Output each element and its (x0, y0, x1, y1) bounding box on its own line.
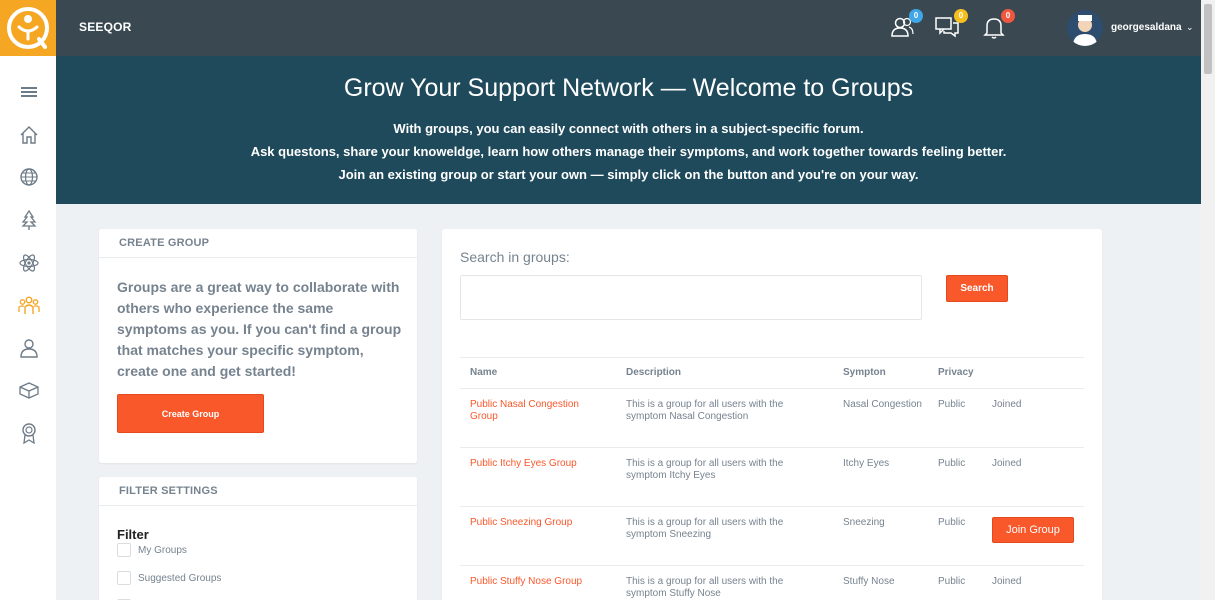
notifications-badge: 0 (1001, 9, 1015, 23)
group-description: This is a group for all users with the s… (626, 399, 784, 422)
sidebar-item-groups[interactable] (18, 294, 40, 316)
group-privacy: Public (938, 576, 966, 587)
box-icon (19, 382, 39, 399)
globe-icon (20, 168, 38, 186)
avatar[interactable] (1067, 10, 1103, 46)
table-row: Public Itchy Eyes Group This is a group … (460, 448, 1084, 507)
seeqor-logo-icon (7, 7, 49, 49)
create-group-card: CREATE GROUP Groups are a great way to c… (99, 229, 417, 463)
connections-button[interactable]: 0 (889, 9, 923, 40)
hero-text-line-2: Ask questons, share your knoweldge, lear… (250, 144, 1007, 159)
group-symptom: Nasal Congestion (843, 399, 922, 410)
filter-title: Filter (117, 527, 149, 542)
group-name-link[interactable]: Public Nasal Congestion Group (470, 399, 600, 423)
sidebar-item-explore[interactable] (18, 166, 40, 188)
joined-status: Joined (992, 458, 1022, 469)
sidebar-item-science[interactable] (18, 252, 40, 274)
suggested-groups-checkbox[interactable] (117, 571, 131, 585)
chevron-down-icon[interactable]: ⌄ (1186, 22, 1194, 33)
page-scrollbar[interactable] (1201, 0, 1215, 600)
group-symptom: Itchy Eyes (843, 458, 890, 469)
filter-settings-card: FILTER SETTINGS Filter My Groups Suggest… (99, 477, 417, 600)
group-description: This is a group for all users with the s… (626, 576, 784, 599)
group-privacy: Public (938, 399, 966, 410)
group-privacy: Public (938, 458, 966, 469)
groups-search-card: Search in groups: Search Name Descriptio… (442, 229, 1102, 600)
table-row: Public Nasal Congestion Group This is a … (460, 389, 1084, 448)
table-row: Public Sneezing Group This is a group fo… (460, 507, 1084, 566)
column-header-name: Name (470, 367, 498, 378)
my-groups-label: My Groups (138, 544, 187, 556)
column-header-symptom: Sympton (843, 367, 886, 378)
home-icon (20, 126, 38, 144)
hero-text-line-1: With groups, you can easily connect with… (393, 121, 864, 136)
atom-icon (19, 254, 39, 272)
sidebar (0, 56, 56, 600)
logo[interactable] (0, 0, 56, 56)
hero-banner: Grow Your Support Network — Welcome to G… (56, 56, 1201, 204)
filter-settings-header: FILTER SETTINGS (99, 477, 417, 506)
sidebar-item-box[interactable] (18, 379, 40, 401)
sidebar-item-home[interactable] (18, 124, 40, 146)
hero-text-line-3: Join an existing group or start your own… (338, 167, 919, 182)
messages-button[interactable]: 0 (934, 9, 968, 40)
sidebar-item-awards[interactable] (18, 422, 40, 445)
filter-option-my-groups[interactable]: My Groups (117, 543, 187, 557)
page-title: Grow Your Support Network — Welcome to G… (343, 74, 914, 102)
notifications-button[interactable]: 0 (981, 9, 1015, 40)
joined-status: Joined (992, 576, 1022, 587)
joined-status: Joined (992, 399, 1022, 410)
search-input[interactable] (460, 275, 922, 320)
groups-icon (18, 296, 40, 314)
create-group-header: CREATE GROUP (99, 229, 417, 258)
suggested-groups-label: Suggested Groups (138, 572, 222, 584)
award-icon (22, 423, 36, 445)
column-header-description: Description (626, 367, 682, 378)
brand-name: SEEQOR (79, 20, 132, 34)
user-avatar-icon (1067, 10, 1103, 46)
username[interactable]: georgesaldana (1111, 22, 1182, 33)
table-top-divider (460, 357, 1084, 358)
create-group-button[interactable]: Create Group (117, 394, 264, 433)
sidebar-item-profile[interactable] (18, 337, 40, 359)
top-bar: SEEQOR 0 0 0 georgesaldana ⌄ (0, 0, 1201, 56)
group-name-link[interactable]: Public Sneezing Group (470, 517, 600, 529)
group-symptom: Sneezing (843, 517, 885, 528)
table-row: Public Stuffy Nose Group This is a group… (460, 566, 1084, 600)
tree-icon (21, 209, 37, 230)
group-name-link[interactable]: Public Itchy Eyes Group (470, 458, 600, 470)
menu-icon (21, 87, 37, 97)
search-label: Search in groups: (460, 249, 570, 265)
column-header-privacy: Privacy (938, 367, 974, 378)
scrollbar-thumb[interactable] (1204, 4, 1212, 74)
sidebar-item-menu[interactable] (18, 81, 40, 103)
my-groups-checkbox[interactable] (117, 543, 131, 557)
filter-option-suggested-groups[interactable]: Suggested Groups (117, 571, 221, 585)
search-button[interactable]: Search (946, 275, 1008, 302)
group-name-link[interactable]: Public Stuffy Nose Group (470, 576, 600, 588)
group-description: This is a group for all users with the s… (626, 458, 784, 481)
create-group-description: Groups are a great way to collaborate wi… (117, 279, 402, 379)
group-symptom: Stuffy Nose (843, 576, 895, 587)
sidebar-item-tree[interactable] (18, 209, 40, 231)
connections-badge: 0 (909, 9, 923, 23)
messages-badge: 0 (954, 9, 968, 23)
profile-icon (20, 339, 38, 358)
join-group-button[interactable]: Join Group (992, 517, 1074, 543)
group-privacy: Public (938, 517, 966, 528)
group-description: This is a group for all users with the s… (626, 517, 784, 540)
